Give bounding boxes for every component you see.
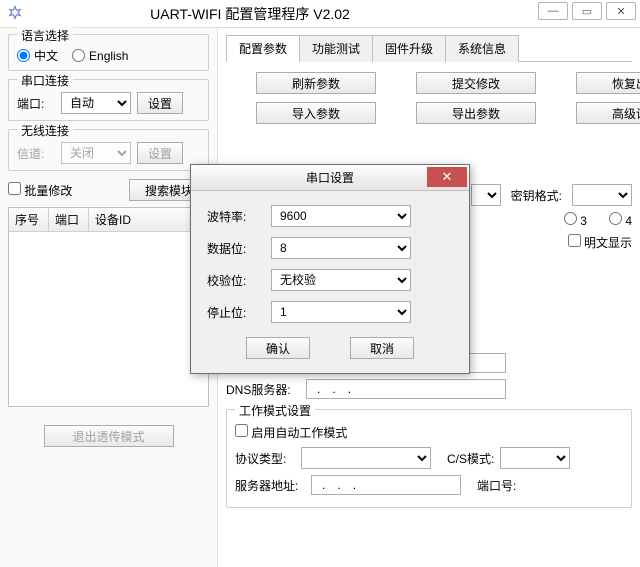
language-group: 语言选择 中文 English	[8, 34, 209, 71]
protocol-label: 协议类型:	[235, 450, 295, 467]
titlebar: UART-WIFI 配置管理程序 V2.02 ― ▭ ✕	[0, 0, 640, 28]
parity-label: 校验位:	[207, 272, 271, 289]
exit-passthrough-button: 退出透传模式	[44, 425, 174, 447]
serial-settings-dialog: 串口设置 ✕ 波特率: 9600 数据位: 8 校验位: 无校验 停止位: 1 …	[190, 164, 470, 374]
cs-label: C/S模式:	[447, 450, 494, 467]
maximize-button[interactable]: ▭	[572, 2, 602, 20]
opt4-radio[interactable]: 4	[609, 212, 632, 228]
tab-upgrade[interactable]: 固件升级	[372, 35, 446, 62]
close-button[interactable]: ✕	[606, 2, 636, 20]
dns-input[interactable]: ...	[306, 379, 506, 399]
channel-label: 信道:	[17, 145, 55, 162]
lang-en-radio[interactable]: English	[72, 49, 128, 63]
keyfmt-label: 密钥格式:	[511, 187, 562, 204]
col-port: 端口	[49, 208, 89, 231]
serial-group: 串口连接 端口: 自动 设置	[8, 79, 209, 121]
keyfmt-select[interactable]	[572, 184, 632, 206]
dialog-ok-button[interactable]: 确认	[246, 337, 310, 359]
wifi-settings-button: 设置	[137, 142, 183, 164]
port2-label: 端口号:	[477, 477, 516, 494]
left-panel: 语言选择 中文 English 串口连接 端口: 自动 设置 无线连接 信道: …	[0, 28, 218, 567]
port-select[interactable]: 自动	[61, 92, 131, 114]
advanced-button[interactable]: 高级设置	[576, 102, 640, 124]
tabs: 配置参数 功能测试 固件升级 系统信息	[226, 34, 632, 62]
tab-config[interactable]: 配置参数	[226, 35, 300, 62]
wifi-group: 无线连接 信道: 关闭 设置	[8, 129, 209, 171]
opt3-radio[interactable]: 3	[564, 212, 587, 228]
tab-test[interactable]: 功能测试	[299, 35, 373, 62]
dialog-close-button[interactable]: ✕	[427, 167, 467, 187]
batch-checkbox[interactable]: 批量修改	[8, 182, 72, 199]
app-title: UART-WIFI 配置管理程序 V2.02	[0, 4, 500, 24]
stopbits-select[interactable]: 1	[271, 301, 411, 323]
auto-workmode-checkbox[interactable]: 启用自动工作模式	[235, 424, 347, 441]
databits-label: 数据位:	[207, 240, 271, 257]
minimize-button[interactable]: ―	[538, 2, 568, 20]
device-table: 序号 端口 设备ID	[8, 207, 209, 407]
restore-button[interactable]: 恢复出厂	[576, 72, 640, 94]
databits-select[interactable]: 8	[271, 237, 411, 259]
parity-select[interactable]: 无校验	[271, 269, 411, 291]
channel-select: 关闭	[61, 142, 131, 164]
protocol-select[interactable]	[301, 447, 431, 469]
hidden-select[interactable]	[471, 184, 501, 206]
baud-select[interactable]: 9600	[271, 205, 411, 227]
dialog-cancel-button[interactable]: 取消	[350, 337, 414, 359]
submit-button[interactable]: 提交修改	[416, 72, 536, 94]
port-settings-button[interactable]: 设置	[137, 92, 183, 114]
col-index: 序号	[9, 208, 49, 231]
workmode-group: 工作模式设置 启用自动工作模式 协议类型: C/S模式: 服务器地址: ... …	[226, 409, 632, 508]
tab-sysinfo[interactable]: 系统信息	[445, 35, 519, 62]
export-button[interactable]: 导出参数	[416, 102, 536, 124]
stopbits-label: 停止位:	[207, 304, 271, 321]
server-label: 服务器地址:	[235, 477, 305, 494]
dns-label: DNS服务器:	[226, 381, 300, 398]
lang-zh-radio[interactable]: 中文	[17, 47, 58, 64]
port-label: 端口:	[17, 95, 55, 112]
cs-select[interactable]	[500, 447, 570, 469]
baud-label: 波特率:	[207, 208, 271, 225]
refresh-button[interactable]: 刷新参数	[256, 72, 376, 94]
plaintext-checkbox[interactable]: 明文显示	[568, 234, 632, 251]
server-input[interactable]: ...	[311, 475, 461, 495]
import-button[interactable]: 导入参数	[256, 102, 376, 124]
